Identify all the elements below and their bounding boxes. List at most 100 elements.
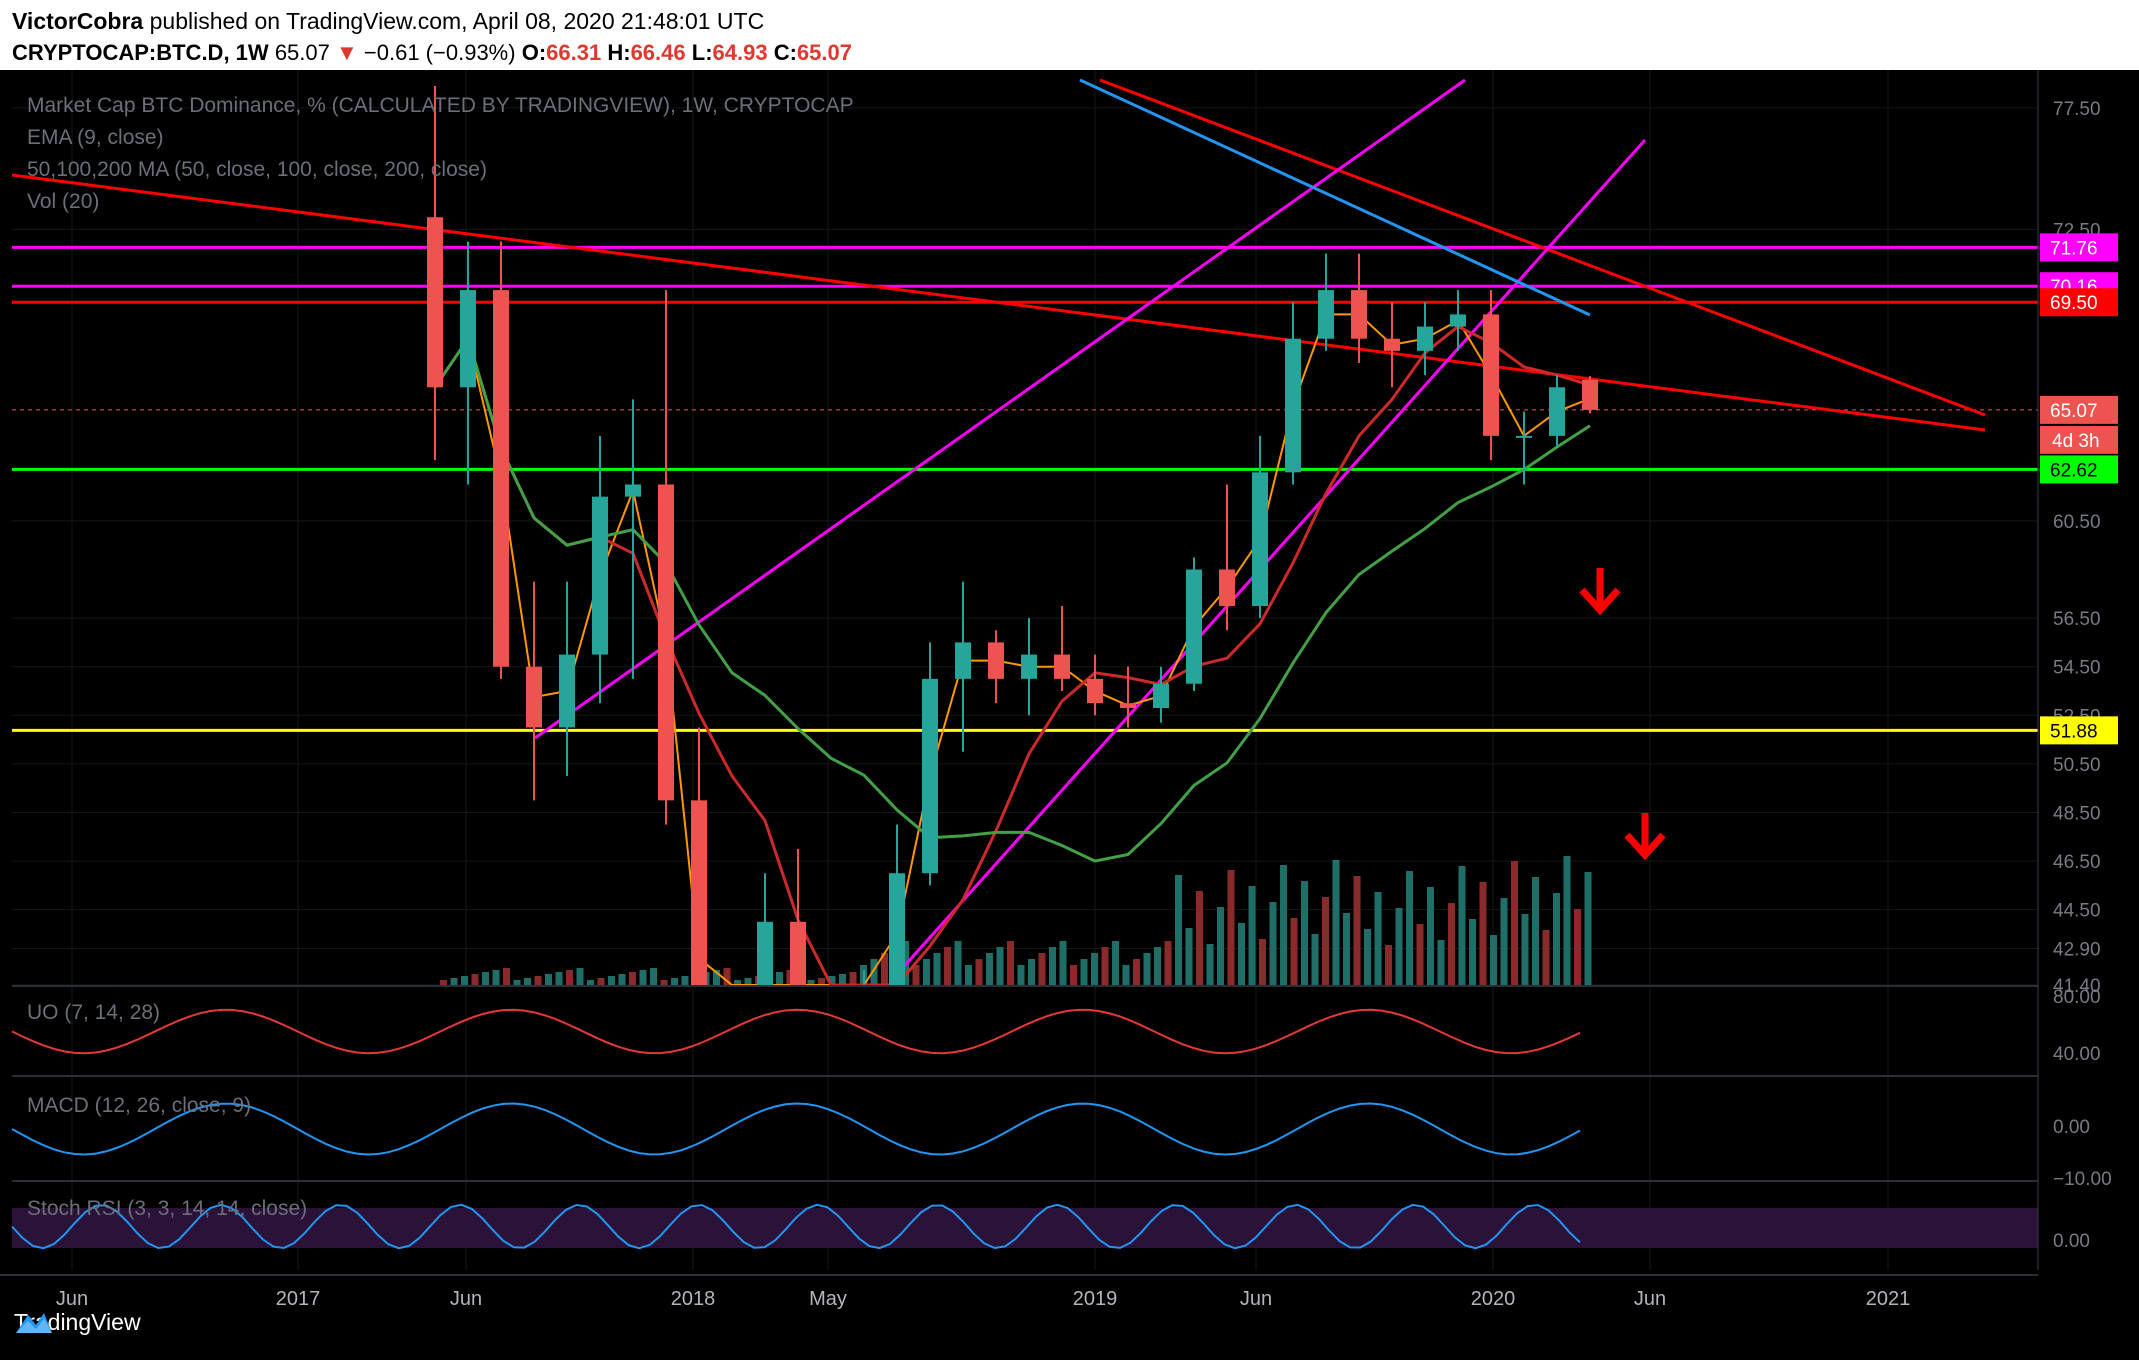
volume-bar [1458,866,1466,985]
volume-bar [1532,877,1539,985]
symbol-name[interactable]: CRYPTOCAP:BTC.D, 1W [12,40,269,65]
publish-header: VictorCobra published on TradingView.com… [0,0,2139,70]
down-arrow-icon [1579,568,1621,616]
volume-bar [923,959,930,985]
countdown-label: 4d 3h [2052,431,2100,452]
candle-body [691,800,707,985]
volume-bar [1038,953,1046,985]
ema-legend[interactable]: EMA (9, close) [27,126,164,150]
volume-bar [912,965,920,985]
candle-body [1351,290,1367,339]
volume-bar [1196,891,1203,985]
candle-body [1318,290,1334,339]
volume-bar [1301,881,1308,985]
volume-bar [1217,907,1224,985]
volume-bar [555,972,563,985]
volume-bar [1584,872,1592,985]
vol-legend[interactable]: Vol (20) [27,190,99,214]
indicator-tick-label: 0.00 [2053,1117,2090,1138]
moving-averages [433,313,1591,987]
volume-bar [671,978,678,985]
volume-bar [1521,914,1529,985]
open-label: O: [521,40,547,65]
indicator-tick-label: 80.00 [2053,987,2101,1008]
volume-bar [1280,865,1287,985]
uo-legend[interactable]: UO (7, 14, 28) [27,1001,160,1025]
volume-bar [1143,953,1151,985]
candle-body [1549,387,1565,436]
main-legend-title[interactable]: Market Cap BTC Dominance, % (CALCULATED … [27,94,854,118]
low-label: L: [691,40,713,65]
close-label: C: [773,40,797,65]
candle-body [625,484,641,497]
ma-legend[interactable]: 50,100,200 MA (50, close, 100, close, 20… [27,158,487,182]
volume-bar [1185,928,1193,985]
y-tick-label: 44.50 [2053,901,2101,922]
candle-body [427,217,443,388]
ma50-line [433,324,1591,987]
volume-bar [1080,959,1088,985]
x-tick-label: 2021 [1866,1288,1911,1310]
volume-bar [1553,893,1560,985]
candle-body [559,654,575,728]
x-tick-label: 2018 [671,1288,716,1310]
volume-bar [629,972,636,985]
volume-bar [587,980,594,985]
volume-bar [534,976,542,985]
candle-body [757,921,773,985]
volume-bar [1227,870,1235,985]
publish-date: published on TradingView.com, April 08, … [143,8,765,34]
volume-bar [849,972,857,985]
volume-bar [608,976,615,985]
candle-body [1186,569,1202,684]
price-candles [427,86,1598,987]
volume-bar [1007,941,1014,985]
volume-bar [944,947,951,985]
volume-bar [1112,941,1119,985]
volume-bar [681,976,689,985]
volume-bar [1364,929,1371,985]
volume-bar [1259,939,1266,985]
tradingview-logo[interactable]: TradingView [14,1309,141,1336]
symbol-line: CRYPTOCAP:BTC.D, 1W 65.07 ▼ −0.61 (−0.93… [12,40,852,66]
candle-body [460,290,476,388]
indicator-tick-label: 0.00 [2053,1231,2090,1252]
y-tick-label: 77.50 [2053,99,2101,120]
ascending-channel-top [534,78,1466,740]
volume-bar [1269,902,1277,985]
candle-body [1582,379,1598,410]
stoch-rsi-legend[interactable]: Stoch RSI (3, 3, 14, 14, close) [27,1197,307,1221]
close-value: 65.07 [796,40,852,65]
candle-body [1021,654,1037,679]
volume-bar [1332,860,1340,985]
ma200-line [1079,78,1591,317]
down-arrow-icon [1624,813,1666,861]
volume-bar [933,953,941,985]
y-tick-label: 56.50 [2053,609,2101,630]
x-tick-label: Jun [1240,1288,1272,1310]
volume-bar [513,980,521,985]
chart-area[interactable]: 77.5072.5060.5056.5054.5052.5050.5048.50… [0,70,2139,1320]
volume-bar [618,974,626,985]
volume-bar [471,974,479,985]
volume-bar [1395,908,1403,985]
volume-bar [1574,909,1581,985]
candle-body [592,496,608,655]
volume-bar [776,972,783,985]
volume-bar [1500,898,1508,985]
candle-body [1450,314,1466,327]
author-name[interactable]: VictorCobra [12,8,143,34]
volume-bar [566,970,573,985]
volume-bar [1164,941,1172,985]
ma100-line [433,335,1591,863]
volume-bars [440,856,1592,985]
volume-bar [1248,886,1256,985]
y-tick-label: 60.50 [2053,512,2101,533]
macd-legend[interactable]: MACD (12, 26, close, 9) [27,1094,251,1118]
candle-body [1054,654,1070,679]
volume-bar [597,978,605,985]
chart-canvas[interactable]: 77.5072.5060.5056.5054.5052.5050.5048.50… [0,70,2139,1320]
candle-body [988,642,1004,679]
x-tick-label: Jun [56,1288,88,1310]
volume-bar [839,974,846,985]
